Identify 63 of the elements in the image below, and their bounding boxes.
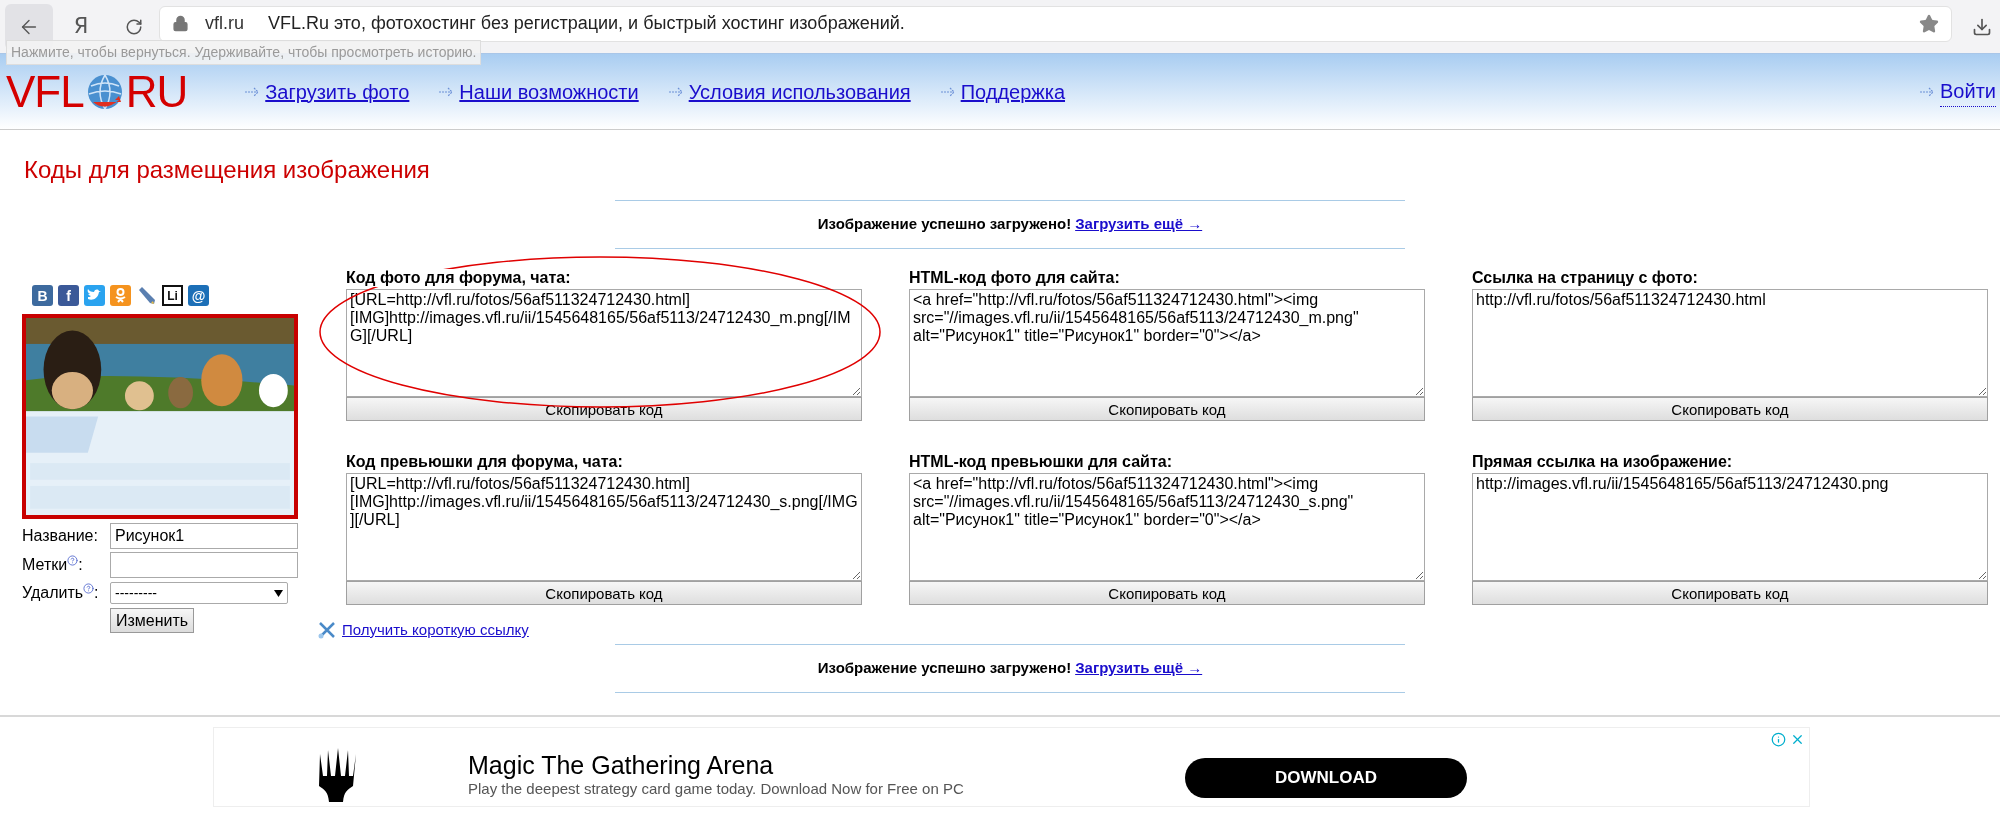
tab-title: VFL.Ru это, фотохостинг без регистрации, и быстрый хостинг изображений.	[268, 12, 905, 35]
code-field[interactable]: <a href="http://vfl.ru/fotos/56af511324712430.html"><img src="//images.vfl.ru/ii/1545648165/56af5113/24712430_m.png" alt="Рисунок1" title="Рисунок1" border="0"></a>	[909, 289, 1425, 397]
upload-more-link[interactable]: Загрузить ещё →	[1075, 656, 1203, 680]
bird-icon[interactable]	[84, 285, 105, 306]
code-field[interactable]: http://images.vfl.ru/ii/1545648165/56af5113/24712430.png	[1472, 473, 1988, 581]
code-field[interactable]: http://vfl.ru/fotos/56af511324712430.html	[1472, 289, 1988, 397]
code-label: Ссылка на страницу с фото:	[1472, 269, 1698, 287]
change-button[interactable]: Изменить	[110, 608, 195, 633]
code-field[interactable]: <a href="http://vfl.ru/fotos/56af511324712430.html"><img src="//images.vfl.ru/ii/1545648165/56af5113/24712430_s.png" alt="Рисунок1" title="Рисунок1" border="0"></a>	[909, 473, 1425, 581]
address-bar[interactable]: vfl.ru VFL.Ru это, фотохостинг без регистрации, и быстрый хостинг изображений.	[159, 5, 1952, 42]
upload-more-link[interactable]: Загрузить ещё →	[1075, 213, 1203, 236]
nav-link[interactable]: Условия использования	[688, 76, 911, 107]
upload-success-message: Изображение успешно загружено!	[817, 657, 1072, 678]
lock-icon	[172, 15, 189, 32]
help-icon[interactable]	[67, 555, 79, 566]
code-label: Код фото для форума, чата:	[346, 269, 571, 287]
share-icon[interactable]: B	[32, 285, 53, 306]
code-label: Прямая ссылка на изображение:	[1472, 453, 1733, 471]
caret-icon	[274, 589, 283, 597]
nav-link[interactable]: Наши возможности	[459, 76, 639, 107]
share-icon[interactable]: @	[188, 285, 209, 306]
arrow-icon	[668, 86, 685, 97]
copy-code-button[interactable]: Скопировать код	[909, 397, 1425, 421]
site-logo[interactable]: VFL RU	[6, 69, 188, 114]
page-heading: Коды для размещения изображения	[24, 155, 430, 185]
copy-code-button[interactable]: Скопировать код	[1472, 397, 1988, 421]
bookmark-star-icon[interactable]	[1919, 13, 1939, 34]
text-field[interactable]: Рисунок1	[110, 523, 298, 549]
field-label: Удалить	[22, 583, 84, 603]
copy-code-button[interactable]: Скопировать код	[909, 581, 1425, 605]
ad-banner[interactable]: Magic The Gathering Arena Play the deepest strategy card game today. Download Now for Free on PC DOWNLOAD	[213, 726, 1810, 807]
ad-title: Magic The Gathering Arena	[468, 749, 775, 780]
reload-icon[interactable]	[125, 17, 143, 36]
text-field[interactable]	[110, 552, 298, 578]
back-tooltip: Нажмите, чтобы вернуться. Удерживайте, чтобы просмотреть историю.	[6, 40, 482, 65]
colon-text: :	[94, 583, 99, 603]
code-field[interactable]: [URL=http://vfl.ru/fotos/56af511324712430.html][IMG]http://images.vfl.ru/ii/1545648165/56af5113/24712430_m.png[/IMG][/URL]	[346, 289, 862, 397]
pencil-icon[interactable]	[136, 285, 157, 306]
ad-text: Play the deepest strategy card game today. Download Now for Free on PC	[468, 779, 964, 798]
copy-code-button[interactable]: Скопировать код	[346, 581, 862, 605]
field-label: Метки	[22, 555, 68, 575]
help-icon[interactable]	[83, 583, 95, 594]
arrow-icon	[940, 86, 957, 97]
upload-success-message: Изображение успешно загружено!	[817, 214, 1072, 235]
code-label: HTML-код превьюшки для сайта:	[909, 453, 1172, 471]
copy-code-button[interactable]: Скопировать код	[1472, 581, 1988, 605]
login-link[interactable]: Войти	[1940, 76, 1996, 107]
info-icon[interactable]	[1771, 731, 1786, 747]
nav-link[interactable]: Поддержка	[960, 76, 1065, 107]
person-icon[interactable]	[110, 285, 131, 306]
download-icon[interactable]	[1972, 16, 1992, 37]
dropdown[interactable]: ---------	[110, 582, 288, 604]
url-domain: vfl.ru	[205, 12, 244, 35]
download-button[interactable]: DOWNLOAD	[1185, 757, 1467, 798]
share-icon[interactable]: f	[58, 285, 79, 306]
colon-text: :	[78, 555, 83, 575]
field-label: Название:	[22, 526, 98, 546]
nav-link[interactable]: Загрузить фото	[265, 76, 410, 107]
code-label: Код превьюшки для форума, чата:	[346, 453, 623, 471]
short-link[interactable]: Получить короткую ссылку	[342, 619, 529, 642]
code-field[interactable]: [URL=http://vfl.ru/fotos/56af511324712430.html][IMG]http://images.vfl.ru/ii/1545648165/56af5113/24712430_s.png[/IMG][/URL]	[346, 473, 862, 581]
share-icon[interactable]: Li	[162, 285, 183, 306]
code-label: HTML-код фото для сайта:	[909, 269, 1120, 287]
